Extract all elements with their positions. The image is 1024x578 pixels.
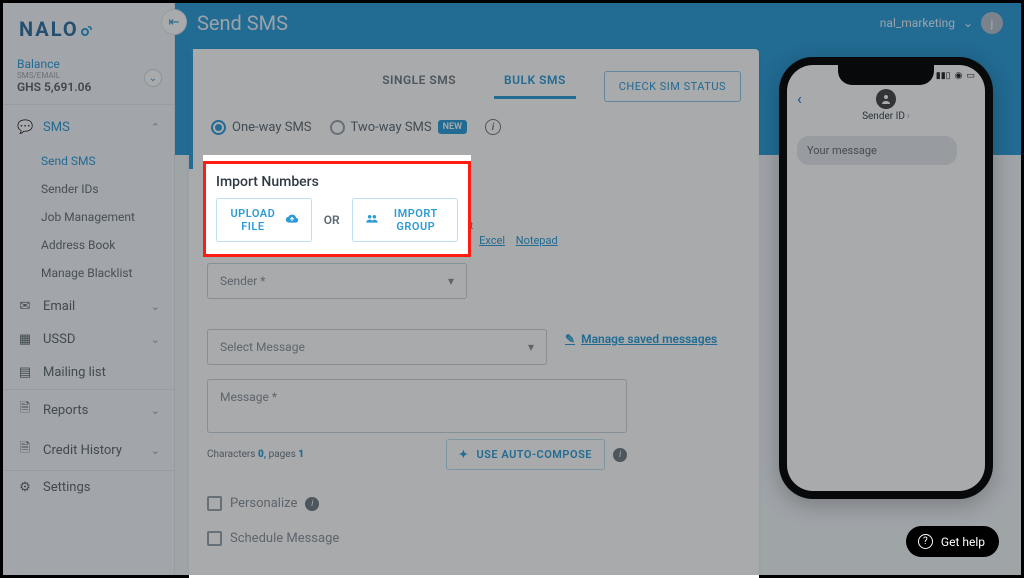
balance-amount: GHS 5,691.06 (17, 80, 160, 94)
balance-sub: SMS/EMAIL (17, 71, 160, 80)
phone-sender-id: Sender ID› (787, 111, 985, 122)
radio-unchecked-icon (330, 120, 345, 135)
group-icon (365, 213, 379, 227)
nav-sms[interactable]: 💬SMS ⌃ (3, 111, 174, 144)
report-icon: 🗎 (17, 399, 33, 421)
import-numbers-section: Import Numbers UPLOAD FILE OR IMPORT GRO… (203, 161, 471, 257)
cloud-upload-icon (285, 213, 299, 227)
edit-icon: ✎ (565, 332, 575, 346)
chevron-down-icon: ⌄ (963, 16, 973, 30)
nav-send-sms[interactable]: Send SMS (3, 147, 174, 175)
signal-icon: ▮▮▯ (936, 71, 951, 81)
wifi-icon: ◉ (955, 71, 963, 81)
check-sim-status-button[interactable]: CHECK SIM STATUS (604, 71, 741, 102)
radio-two-way[interactable]: Two-way SMSNEW (330, 120, 467, 135)
chevron-down-icon: ⌄ (151, 404, 160, 417)
nav-credit-history[interactable]: 🗎Credit History ⌄ (3, 430, 174, 470)
logo: NALO (3, 11, 174, 51)
message-textarea[interactable]: Message * (207, 379, 627, 433)
sample-excel-link[interactable]: Excel (479, 234, 505, 247)
sparkle-icon: ✦ (459, 448, 469, 461)
select-message[interactable]: Select Message▾ (207, 329, 547, 365)
radio-one-way[interactable]: One-way SMS (211, 120, 312, 135)
chevron-down-icon: ⌄ (149, 73, 157, 84)
phone-preview: ▮▮▯ ◉ ▭ ‹ Sender ID› Your message (779, 57, 993, 499)
phone-back-button: ‹ (797, 89, 802, 108)
list-icon: ▤ (17, 365, 33, 380)
phone-message-bubble: Your message (797, 136, 957, 165)
info-icon[interactable]: i (305, 497, 319, 511)
chevron-up-icon: ⌃ (151, 121, 160, 134)
battery-icon: ▭ (966, 71, 975, 81)
schedule-checkbox[interactable]: Schedule Message (207, 531, 741, 546)
import-highlight: Import Numbers UPLOAD FILE OR IMPORT GRO… (203, 155, 471, 257)
tab-bulk-sms[interactable]: BULK SMS (500, 65, 570, 95)
history-icon: 🗎 (17, 439, 33, 461)
collapse-icon: ⇤ (169, 15, 180, 30)
char-count: Characters 0, pages 1 (207, 449, 304, 460)
auto-compose-button[interactable]: ✦USE AUTO-COMPOSE (446, 439, 605, 470)
nav-address-book[interactable]: Address Book (3, 231, 174, 259)
balance-block: Balance SMS/EMAIL GHS 5,691.06 ⌄ (3, 51, 174, 105)
manage-saved-messages-link[interactable]: ✎Manage saved messages (565, 332, 717, 346)
card-accent (189, 49, 193, 169)
new-badge: NEW (438, 120, 467, 134)
chevron-down-icon: ⌄ (151, 444, 160, 457)
phone-notch (838, 65, 934, 85)
user-menu[interactable]: nal_marketing ⌄ j (880, 12, 1003, 34)
tab-single-sms[interactable]: SINGLE SMS (378, 65, 460, 95)
radio-checked-icon (211, 120, 226, 135)
info-icon[interactable]: i (613, 448, 627, 462)
logo-mark-icon (81, 17, 93, 41)
nav-sms-sub: Send SMS Sender IDs Job Management Addre… (3, 144, 174, 290)
help-button[interactable]: ? Get help (906, 526, 999, 557)
nav-job-management[interactable]: Job Management (3, 203, 174, 231)
help-icon: ? (918, 534, 933, 549)
chevron-down-icon: ⌄ (151, 333, 160, 346)
avatar: j (981, 12, 1003, 34)
balance-expand-button[interactable]: ⌄ (144, 69, 162, 87)
sample-notepad-link[interactable]: Notepad (516, 234, 558, 247)
balance-label: Balance (17, 57, 160, 71)
info-icon[interactable]: i (485, 119, 501, 135)
sidebar-collapse-button[interactable]: ⇤ (161, 9, 187, 35)
caret-down-icon: ▾ (528, 340, 534, 354)
nav-mailing-list[interactable]: ▤Mailing list (3, 356, 174, 389)
upload-file-button[interactable]: UPLOAD FILE (216, 198, 312, 242)
phone-avatar-icon (876, 89, 896, 109)
nav-email[interactable]: ✉Email ⌄ (3, 290, 174, 323)
gear-icon: ⚙ (17, 480, 33, 495)
checkbox-unchecked-icon (207, 496, 222, 511)
import-group-button[interactable]: IMPORT GROUP (352, 198, 458, 242)
chat-icon: 💬 (17, 120, 33, 135)
sender-select[interactable]: Sender *▾ (207, 263, 467, 299)
nav-settings[interactable]: ⚙Settings (3, 471, 174, 504)
sidebar: NALO Balance SMS/EMAIL GHS 5,691.06 ⌄ 💬S… (3, 3, 175, 575)
nav-reports[interactable]: 🗎Reports ⌄ (3, 390, 174, 430)
personalize-checkbox[interactable]: Personalize i (207, 496, 741, 511)
main-card: SINGLE SMS BULK SMS CHECK SIM STATUS One… (189, 49, 759, 578)
or-label: OR (324, 213, 340, 227)
checkbox-unchecked-icon (207, 531, 222, 546)
nav-manage-blacklist[interactable]: Manage Blacklist (3, 259, 174, 287)
mail-icon: ✉ (17, 299, 33, 314)
page-title: Send SMS (197, 11, 288, 35)
caret-down-icon: ▾ (448, 274, 454, 288)
sms-direction-radios: One-way SMS Two-way SMSNEW i (211, 119, 741, 135)
chevron-down-icon: ⌄ (151, 300, 160, 313)
nav-ussd[interactable]: ▦USSD ⌄ (3, 323, 174, 356)
import-title: Import Numbers (216, 174, 458, 190)
nav-sender-ids[interactable]: Sender IDs (3, 175, 174, 203)
keypad-icon: ▦ (17, 332, 33, 347)
